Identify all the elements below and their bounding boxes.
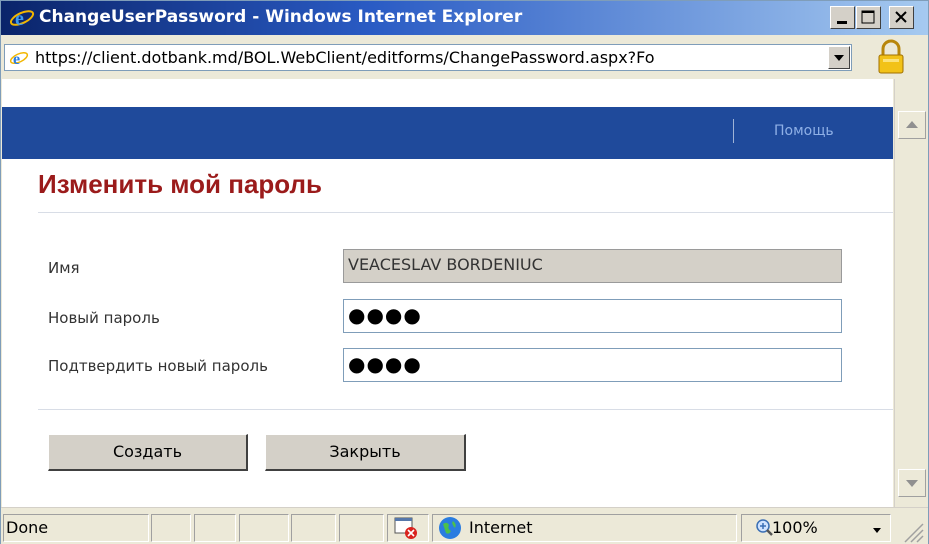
security-lock-button[interactable] xyxy=(859,37,923,77)
close-button[interactable]: Закрыть xyxy=(265,434,466,471)
new-password-label: Новый пароль xyxy=(48,309,160,327)
zoom-level: 100% xyxy=(772,518,818,537)
lock-icon xyxy=(878,39,904,74)
window-title: ChangeUserPassword - Windows Internet Ex… xyxy=(39,7,523,27)
address-bar: e https://client.dotbank.md/BOL.WebClien… xyxy=(1,35,928,79)
status-pane xyxy=(151,514,191,542)
svg-text:e: e xyxy=(13,51,20,68)
close-icon xyxy=(895,11,907,23)
security-zone-text: Internet xyxy=(469,518,533,537)
popup-blocked-icon xyxy=(394,517,417,539)
page-content: Помощь Изменить мой пароль Имя VEACESLAV… xyxy=(2,79,893,507)
page-title: Изменить мой пароль xyxy=(38,169,323,199)
confirm-password-input[interactable]: ●●●● xyxy=(343,348,842,382)
zoom-pane[interactable]: 100% xyxy=(741,514,891,542)
help-link[interactable]: Помощь xyxy=(774,123,834,139)
status-pane xyxy=(339,514,384,542)
name-label: Имя xyxy=(48,259,80,277)
header-band: Помощь xyxy=(2,107,893,159)
address-field[interactable]: e https://client.dotbank.md/BOL.WebClien… xyxy=(4,44,852,71)
scroll-down-button[interactable] xyxy=(898,469,926,497)
title-bar[interactable]: e ChangeUserPassword - Windows Internet … xyxy=(1,1,928,35)
arrow-up-icon xyxy=(906,121,918,128)
new-password-value: ●●●● xyxy=(348,303,422,327)
close-window-button[interactable] xyxy=(889,6,914,29)
minimize-icon xyxy=(837,21,847,24)
maximize-icon xyxy=(861,10,875,24)
chevron-down-icon xyxy=(834,55,844,61)
arrow-down-icon xyxy=(906,480,918,487)
minimize-button[interactable] xyxy=(830,6,855,29)
scroll-up-button[interactable] xyxy=(898,111,926,139)
status-bar: Done Internet 100% xyxy=(1,507,928,544)
name-field: VEACESLAV BORDENIUC xyxy=(343,249,842,283)
status-pane xyxy=(291,514,336,542)
zoom-dropdown-icon xyxy=(873,528,881,533)
status-text-pane: Done xyxy=(3,514,149,542)
resize-grip-icon[interactable] xyxy=(895,514,925,544)
svg-text:e: e xyxy=(15,8,24,30)
maximize-button[interactable] xyxy=(856,6,881,29)
globe-icon xyxy=(439,517,461,539)
address-url: https://client.dotbank.md/BOL.WebClient/… xyxy=(35,48,655,67)
security-zone-pane[interactable]: Internet xyxy=(432,514,737,542)
title-divider xyxy=(38,212,893,213)
status-text: Done xyxy=(6,518,49,537)
address-dropdown-button[interactable] xyxy=(828,46,850,69)
new-password-input[interactable]: ●●●● xyxy=(343,299,842,333)
form-divider xyxy=(38,409,893,410)
header-separator xyxy=(733,119,734,143)
vertical-scrollbar[interactable] xyxy=(894,79,928,507)
status-pane xyxy=(239,514,289,542)
status-pane xyxy=(194,514,236,542)
popup-blocked-pane[interactable] xyxy=(387,514,429,542)
confirm-password-label: Подтвердить новый пароль xyxy=(48,357,268,375)
confirm-password-value: ●●●● xyxy=(348,352,422,376)
ie-icon: e xyxy=(9,8,35,30)
browser-window: e ChangeUserPassword - Windows Internet … xyxy=(0,0,929,544)
create-button[interactable]: Создать xyxy=(48,434,248,471)
ie-page-icon: e xyxy=(9,48,29,68)
